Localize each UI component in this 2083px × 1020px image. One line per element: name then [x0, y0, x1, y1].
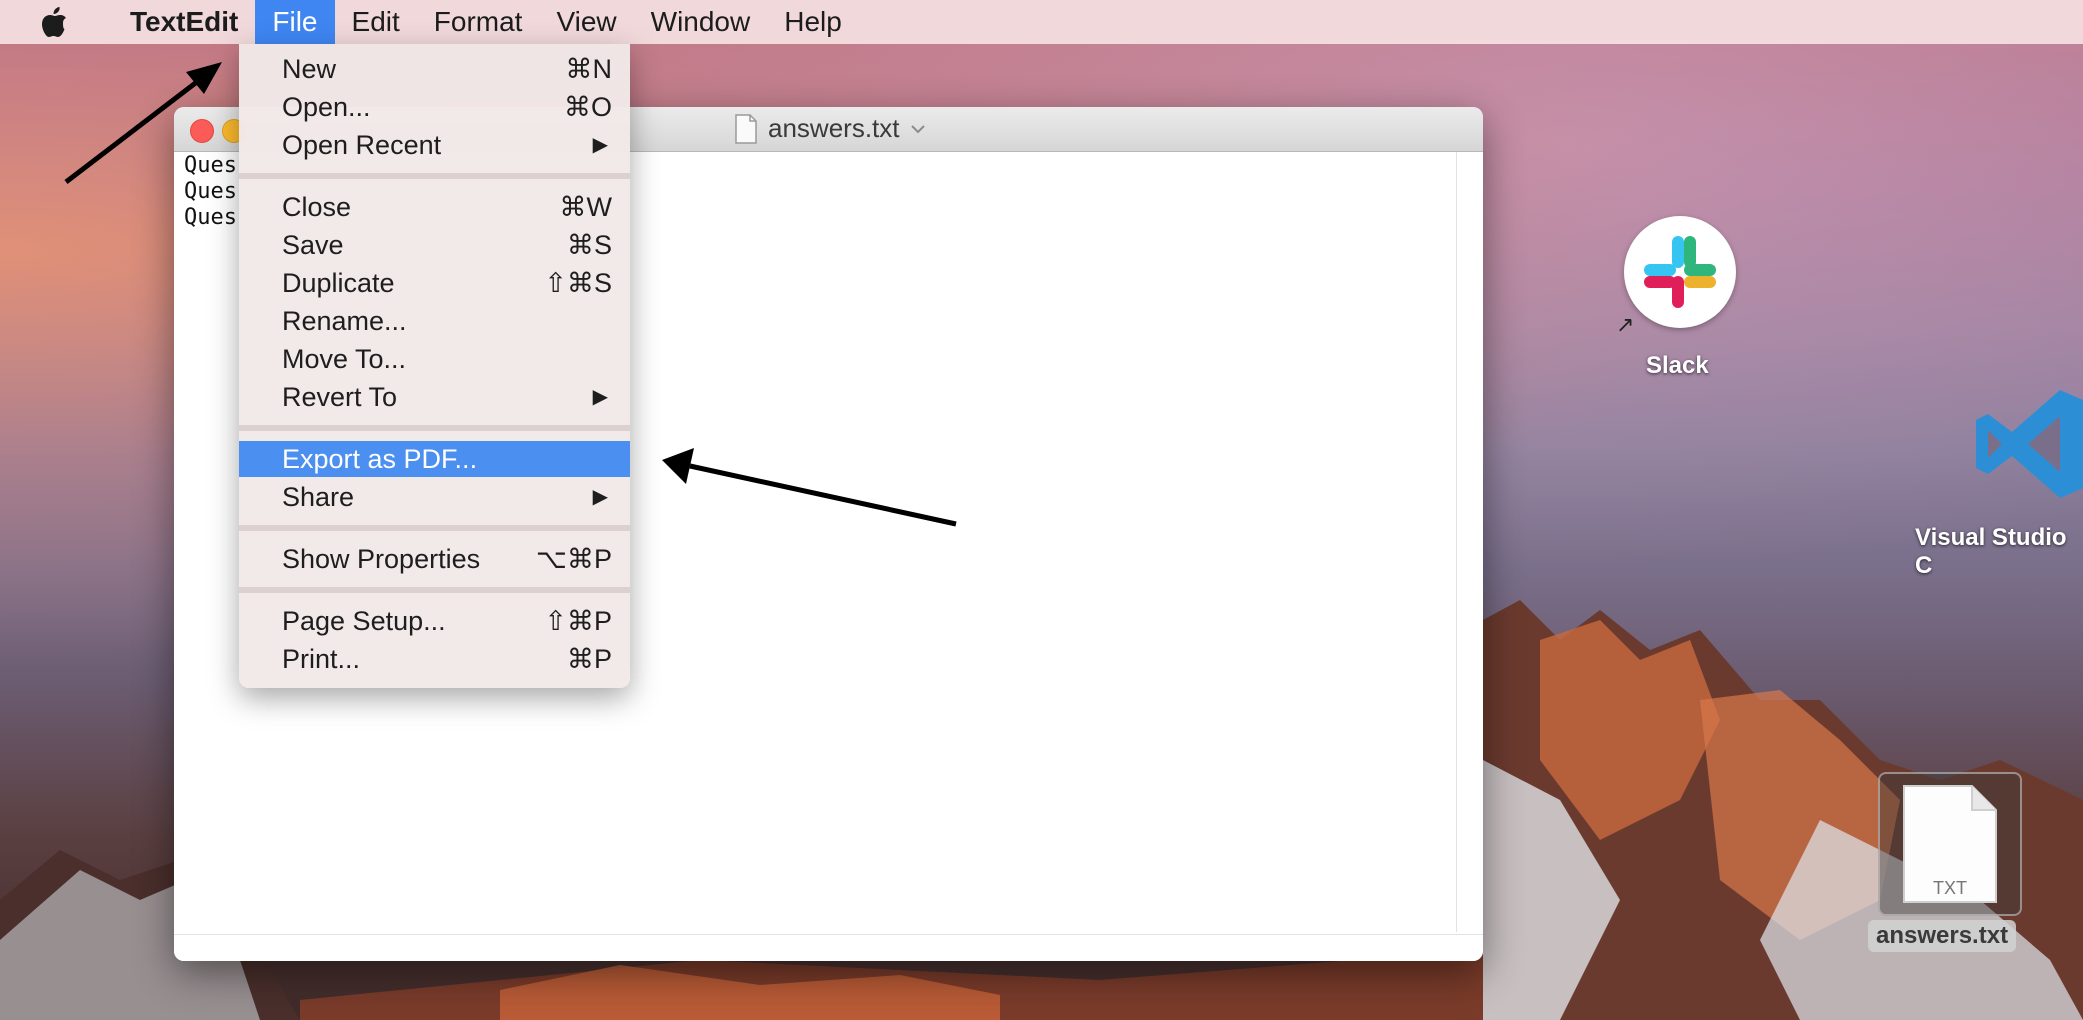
desktop-file-selection[interactable]: TXT	[1878, 772, 2022, 916]
vscode-app-icon[interactable]	[1972, 386, 2083, 502]
arrow-to-file-menu-icon	[64, 62, 222, 184]
annotation-arrows	[64, 62, 957, 527]
slack-label[interactable]: Slack	[1646, 352, 1709, 380]
slack-logo-icon	[1644, 236, 1716, 308]
alias-arrow-icon: ↗	[1616, 312, 1635, 337]
file-type-label: TXT	[1933, 878, 1967, 898]
arrow-to-export-pdf-icon	[662, 448, 957, 527]
slack-app-icon[interactable]	[1624, 216, 1736, 328]
desktop-file-label[interactable]: answers.txt	[1868, 920, 2017, 952]
vscode-label[interactable]: Visual Studio C	[1915, 524, 2083, 580]
vscode-logo-icon	[1976, 390, 2083, 498]
